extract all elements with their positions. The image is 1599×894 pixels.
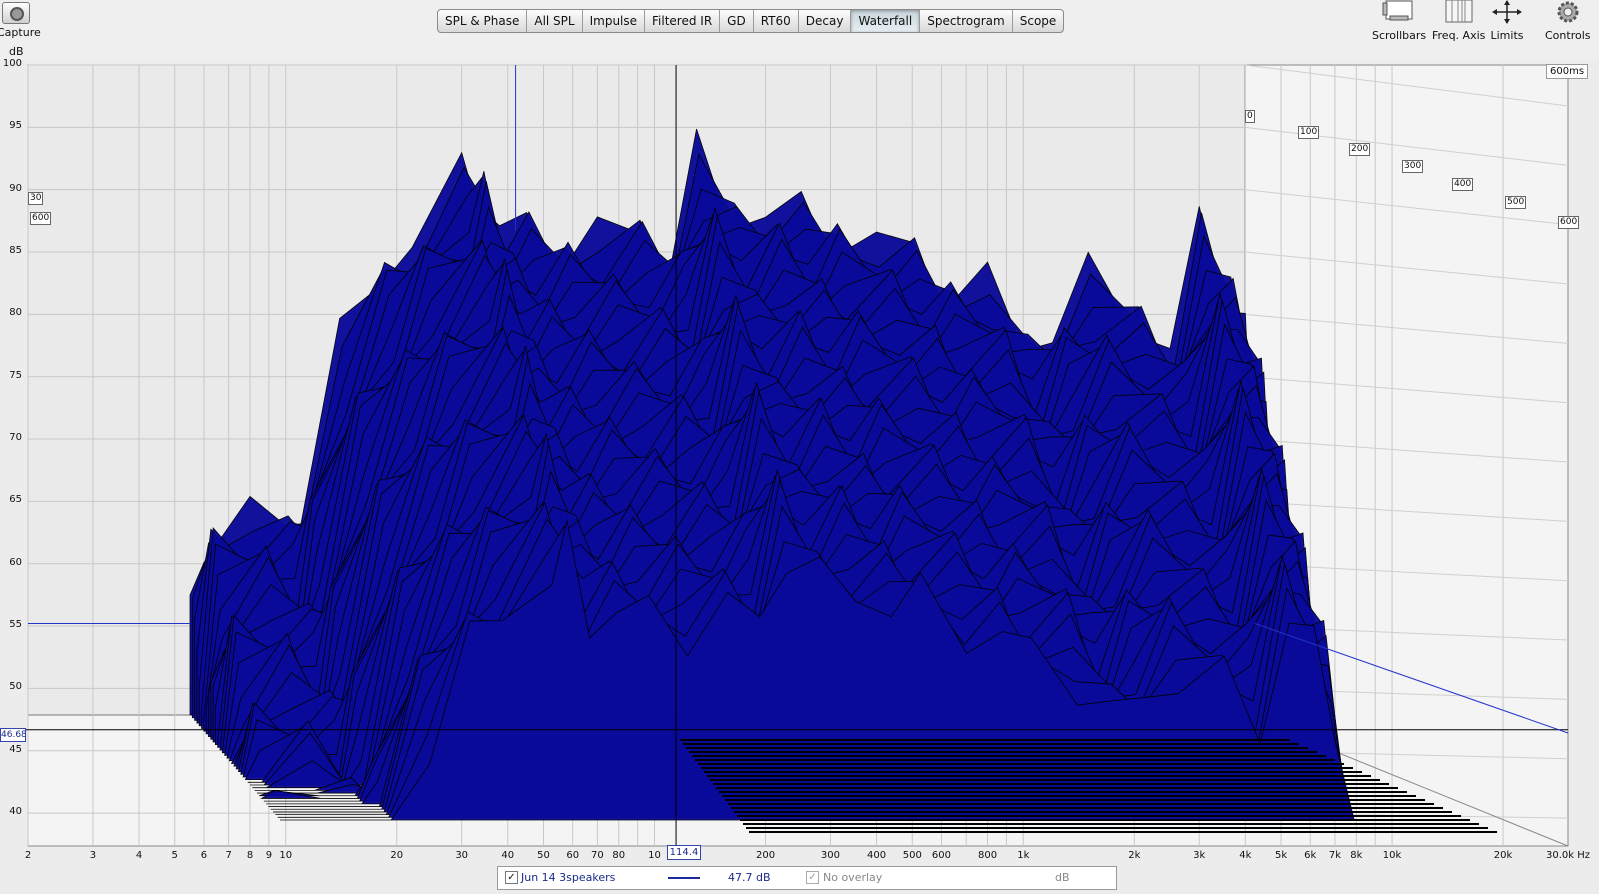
cursor-y-readout: 46.68 bbox=[0, 728, 26, 742]
y-tick-label: 55 bbox=[9, 619, 22, 631]
freq-axis-icon bbox=[1442, 0, 1476, 24]
tab-all-spl[interactable]: All SPL bbox=[527, 10, 583, 32]
overlay-checkbox[interactable]: ✓ bbox=[806, 871, 819, 884]
side-time-label: 30 bbox=[28, 192, 44, 205]
tab-rt60[interactable]: RT60 bbox=[754, 10, 799, 32]
capture-label: Capture bbox=[0, 26, 41, 39]
trace-level: 47.7 dB bbox=[728, 871, 771, 884]
y-tick-label: 70 bbox=[9, 432, 22, 444]
x-tick-label: 20 bbox=[390, 850, 404, 861]
y-tick-label: 50 bbox=[9, 681, 22, 693]
trace-visible-checkbox[interactable]: ✓ bbox=[505, 871, 518, 884]
waterfall-plot[interactable] bbox=[0, 60, 1599, 850]
top-toolbar: Capture dB SPL & Phase All SPL Impulse Filt… bbox=[0, 0, 1599, 60]
y-tick-label: 65 bbox=[9, 494, 22, 506]
x-tick-label: 70 bbox=[591, 850, 604, 861]
tab-decay[interactable]: Decay bbox=[799, 10, 852, 32]
gear-icon bbox=[1551, 0, 1585, 24]
x-tick-label: 7k bbox=[1328, 850, 1341, 861]
y-tick-label: 100 bbox=[2, 58, 22, 69]
x-tick-label: 6k bbox=[1304, 850, 1317, 861]
x-tick-label: 5k bbox=[1274, 850, 1288, 861]
x-tick-label: 20k bbox=[1493, 850, 1513, 861]
x-tick-label: 9 bbox=[265, 850, 273, 861]
y-tick-label: 95 bbox=[9, 120, 22, 132]
side-time-label: 600 bbox=[30, 212, 52, 225]
tab-waterfall[interactable]: Waterfall bbox=[851, 10, 921, 32]
x-tick-label: 50 bbox=[537, 850, 550, 861]
x-tick-label: 10 bbox=[279, 850, 293, 861]
graph-tabs: SPL & Phase All SPL Impulse Filtered IR GD RT… bbox=[437, 9, 1065, 33]
scrollbars-button[interactable]: Scrollbars bbox=[1372, 0, 1426, 42]
waterfall-chart[interactable] bbox=[0, 60, 1599, 850]
time-axis-label: 100 bbox=[1298, 126, 1320, 139]
x-tick-label: 600 bbox=[931, 850, 952, 861]
time-axis-label: 0 bbox=[1245, 110, 1255, 123]
x-tick-label: 2k bbox=[1128, 850, 1141, 861]
x-tick-label: 400 bbox=[866, 850, 887, 861]
time-axis-label: 400 bbox=[1452, 178, 1474, 191]
x-tick-label: 500 bbox=[902, 850, 922, 861]
x-tick-label: 10 bbox=[648, 850, 661, 861]
y-tick-label: 90 bbox=[9, 182, 22, 194]
tab-filtered-ir[interactable]: Filtered IR bbox=[645, 10, 721, 32]
x-tick-label: 40 bbox=[501, 850, 515, 861]
y-tick-label: 40 bbox=[9, 806, 22, 818]
tab-scope[interactable]: Scope bbox=[1013, 10, 1064, 32]
cursor-x-readout: 114.4 bbox=[667, 845, 701, 860]
camera-icon bbox=[2, 2, 30, 24]
x-tick-label: 80 bbox=[612, 850, 626, 861]
tab-impulse[interactable]: Impulse bbox=[583, 10, 646, 32]
trace-line-swatch bbox=[668, 877, 700, 879]
x-tick-label: 5 bbox=[171, 850, 178, 861]
x-tick-label: 6 bbox=[200, 850, 208, 861]
limits-icon bbox=[1490, 0, 1524, 24]
x-tick-label: 1k bbox=[1017, 850, 1030, 861]
x-tick-label: 8 bbox=[246, 850, 254, 861]
x-tick-label: 30.0k Hz bbox=[1545, 850, 1591, 861]
capture-button[interactable]: Capture bbox=[0, 0, 42, 42]
time-axis-label: 600 bbox=[1558, 216, 1580, 229]
legend-bar: ✓ Jun 14 3speakers 47.7 dB ✓ No overlay … bbox=[497, 866, 1117, 890]
x-tick-label: 3 bbox=[89, 850, 97, 861]
freq-axis-button[interactable]: Freq. Axis bbox=[1432, 0, 1485, 42]
y-tick-label: 75 bbox=[9, 369, 22, 381]
x-tick-label: 4 bbox=[135, 850, 143, 861]
time-axis-label: 300 bbox=[1402, 160, 1424, 173]
x-tick-label: 60 bbox=[566, 850, 580, 861]
x-tick-label: 300 bbox=[820, 850, 840, 861]
x-tick-label: 4k bbox=[1239, 850, 1252, 861]
limits-button[interactable]: Limits bbox=[1490, 0, 1524, 42]
x-tick-label: 2 bbox=[24, 850, 32, 861]
y-tick-label: 85 bbox=[9, 245, 22, 257]
x-tick-label: 3k bbox=[1193, 850, 1206, 861]
time-axis-label: 500 bbox=[1505, 196, 1527, 209]
tab-spl-phase[interactable]: SPL & Phase bbox=[438, 10, 528, 32]
tab-spectrogram[interactable]: Spectrogram bbox=[920, 10, 1013, 32]
overlay-unit: dB bbox=[1055, 871, 1070, 884]
y-tick-label: 45 bbox=[9, 743, 22, 755]
x-tick-label: 800 bbox=[978, 850, 998, 861]
tab-gd[interactable]: GD bbox=[720, 10, 754, 32]
x-tick-label: 8k bbox=[1350, 850, 1363, 861]
x-tick-label: 200 bbox=[755, 850, 776, 861]
y-tick-label: 60 bbox=[9, 556, 22, 568]
y-tick-label: 80 bbox=[9, 307, 22, 319]
time-axis-label: 200 bbox=[1349, 143, 1371, 156]
y-axis-unit: dB bbox=[9, 45, 24, 58]
overlay-name: No overlay bbox=[823, 871, 883, 884]
time-range-label: 600ms bbox=[1546, 64, 1589, 79]
controls-button[interactable]: Controls bbox=[1545, 0, 1591, 42]
x-tick-label: 30 bbox=[455, 850, 469, 861]
x-tick-label: 7 bbox=[225, 850, 232, 861]
trace-name: Jun 14 3speakers bbox=[521, 871, 616, 884]
x-tick-label: 10k bbox=[1382, 850, 1402, 861]
scrollbars-icon bbox=[1382, 0, 1416, 24]
